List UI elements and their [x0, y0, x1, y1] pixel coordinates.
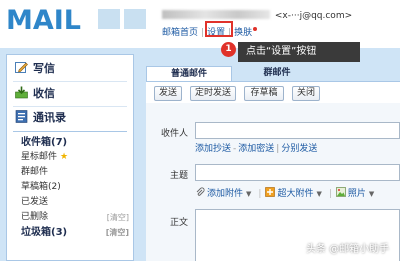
- add-attachment-button[interactable]: 添加附件: [195, 187, 244, 199]
- receive-label: 收信: [33, 87, 55, 100]
- folder-sent[interactable]: 已发送: [13, 195, 133, 210]
- header: MAIL <x-···j@qq.com> 邮箱首页 | 设置 | 换肤: [0, 0, 400, 48]
- large-attachment-button[interactable]: 超大附件: [265, 187, 314, 199]
- contacts-button[interactable]: 通讯录: [15, 108, 66, 128]
- add-bcc-link[interactable]: 添加密送: [238, 144, 274, 154]
- recipient-input[interactable]: [195, 122, 400, 139]
- svg-text:MAIL: MAIL: [6, 5, 81, 34]
- folder-starred[interactable]: 星标邮件 ★: [13, 150, 133, 165]
- folder-deleted-label: 已删除: [21, 212, 49, 222]
- divider: [13, 106, 127, 107]
- star-icon: ★: [60, 152, 69, 162]
- folder-group[interactable]: 群邮件: [13, 165, 133, 180]
- folder-spam-label: 垃圾箱(3): [21, 227, 68, 238]
- clear-deleted-link[interactable]: [清空]: [107, 210, 129, 225]
- contacts-label: 通讯录: [33, 111, 66, 124]
- clear-spam-link[interactable]: [清空]: [106, 225, 129, 240]
- photo-label: 照片: [347, 189, 366, 199]
- folder-deleted[interactable]: 已删除 [清空]: [13, 210, 133, 225]
- pen-icon: [15, 62, 28, 73]
- tab-normal-mail[interactable]: 普通邮件: [146, 66, 232, 81]
- add-attachment-label: 添加附件: [207, 189, 244, 199]
- folder-list: 收件箱(7) 星标邮件 ★ 群邮件 草稿箱(2) 已发送 已删除 [清空] 垃圾箱(…: [13, 135, 133, 240]
- chevron-down-icon[interactable]: ▼: [246, 190, 251, 198]
- photo-icon: [336, 187, 346, 197]
- chevron-down-icon[interactable]: ▼: [316, 190, 321, 198]
- paperclip-icon: [196, 187, 205, 196]
- compose-form: 收件人 添加抄送 - 添加密送 | 分别发送 主题 添加附件 ▼ | 超大附件 ▼ | 照片 ▼ 正文: [146, 103, 400, 261]
- sidebar: 写信 收信 通讯录 收件箱(7) 星标邮件 ★ 群邮件 草稿箱(2) 已发送 已删…: [6, 54, 134, 261]
- compose-button[interactable]: 写信: [15, 59, 55, 79]
- callout-tooltip: 点击“设置”按钮: [238, 42, 360, 62]
- tab-group-mail[interactable]: 群邮件: [246, 66, 308, 81]
- folder-spam[interactable]: 垃圾箱(3) [清空]: [13, 225, 133, 240]
- subject-label: 主题: [169, 171, 188, 181]
- large-attachment-icon: [265, 187, 276, 197]
- separate-send-link[interactable]: 分别发送: [281, 144, 317, 154]
- save-draft-button[interactable]: 存草稿: [244, 86, 284, 101]
- folder-starred-label: 星标邮件: [21, 152, 58, 162]
- inbox-arrow-icon: [15, 86, 28, 99]
- photo-button[interactable]: 照片: [336, 187, 366, 199]
- send-button[interactable]: 发送: [154, 86, 182, 101]
- recipient-label: 收件人: [160, 129, 188, 139]
- new-dot-icon: [253, 27, 258, 31]
- contacts-icon: [15, 110, 28, 123]
- skin-link[interactable]: 换肤: [234, 28, 252, 38]
- redacted-name: [162, 10, 270, 19]
- recipient-options: 添加抄送 - 添加密送 | 分别发送: [195, 144, 318, 154]
- add-cc-link[interactable]: 添加抄送: [195, 144, 231, 154]
- body-label: 正文: [169, 218, 188, 228]
- watermark: 头条 @邮箱小助手: [306, 244, 390, 255]
- divider: [13, 81, 127, 82]
- step-badge: 1: [221, 42, 236, 57]
- chevron-down-icon[interactable]: ▼: [369, 190, 374, 198]
- folder-drafts[interactable]: 草稿箱(2): [13, 180, 133, 195]
- compose-toolbar: 发送 定时发送 存草稿 关闭: [146, 81, 400, 103]
- account-info: <x-···j@qq.com>: [162, 10, 352, 21]
- inbox-home-link[interactable]: 邮箱首页: [162, 28, 198, 38]
- subject-input[interactable]: [195, 164, 400, 181]
- folder-inbox[interactable]: 收件箱(7): [13, 135, 133, 150]
- receive-button[interactable]: 收信: [15, 84, 55, 104]
- settings-highlight-box: [205, 21, 233, 37]
- attachment-bar: 添加附件 ▼ | 超大附件 ▼ | 照片 ▼: [195, 187, 377, 201]
- large-attachment-label: 超大附件: [277, 189, 314, 199]
- close-button[interactable]: 关闭: [292, 86, 320, 101]
- compose-tabs: 普通邮件 群邮件: [140, 66, 400, 81]
- compose-label: 写信: [33, 62, 55, 75]
- mail-logo[interactable]: MAIL: [6, 4, 156, 34]
- divider: [13, 131, 127, 132]
- scheduled-send-button[interactable]: 定时发送: [190, 86, 236, 101]
- account-email: <x-···j@qq.com>: [274, 11, 353, 21]
